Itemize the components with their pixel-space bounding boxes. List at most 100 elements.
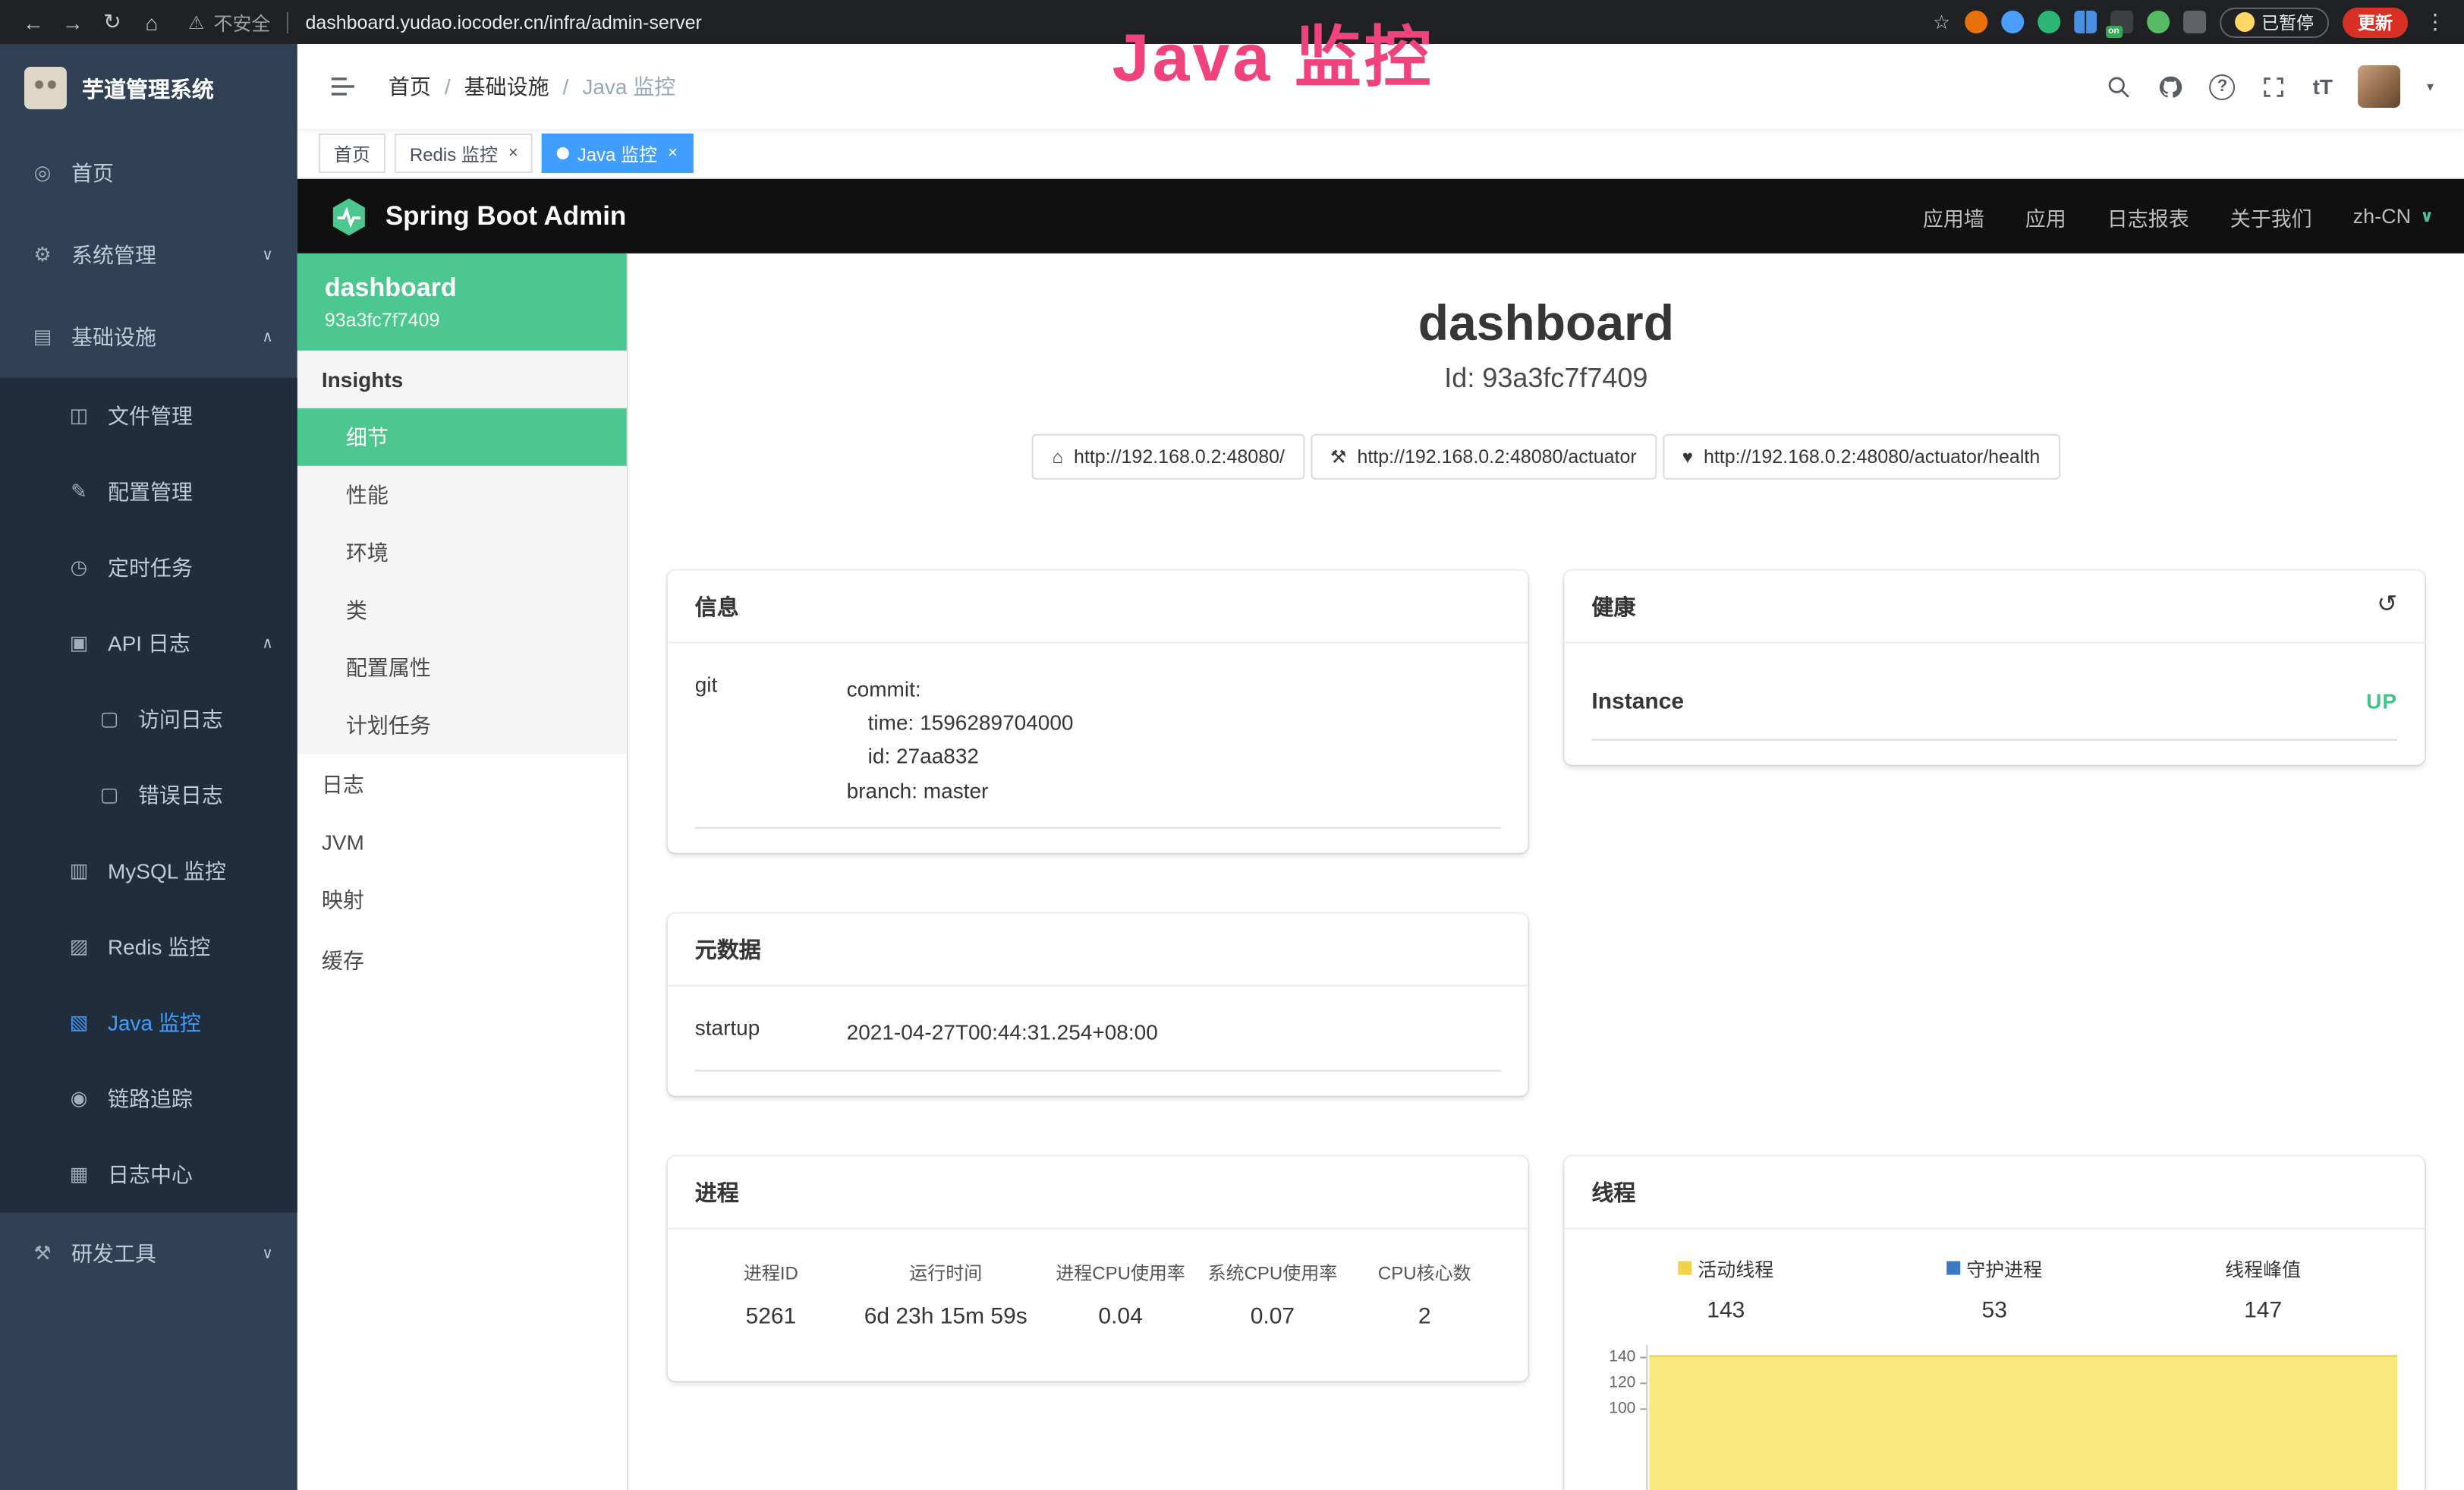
sba-item-performance[interactable]: 性能: [297, 466, 627, 524]
user-avatar[interactable]: [2359, 65, 2401, 108]
sba-item-logs[interactable]: 日志: [297, 754, 627, 815]
git-time-line: time: 1596289704000: [847, 706, 1501, 740]
tag-java-monitor[interactable]: Java 监控 ×: [543, 134, 693, 173]
sidebar-item-scheduled-jobs[interactable]: ◷ 定时任务: [0, 530, 297, 606]
column-header: 运行时间: [847, 1259, 1044, 1285]
hamburger-icon[interactable]: [328, 71, 358, 102]
extension-icon-3[interactable]: [2037, 11, 2060, 33]
sidebar-item-label: 基础设施: [71, 322, 156, 352]
info-card: 信息 git commit: time: 1596289704000 id: 2: [668, 570, 1528, 853]
legend-value: 143: [1591, 1297, 1860, 1323]
cell-value: 5261: [695, 1303, 847, 1329]
forward-button[interactable]: →: [55, 4, 91, 40]
extension-icon-1[interactable]: [1964, 11, 1987, 33]
breadcrumb-home[interactable]: 首页: [389, 71, 431, 102]
reload-button[interactable]: ↻: [94, 4, 131, 40]
health-card-body: Instance UP: [1564, 643, 2425, 764]
process-card-header: 进程: [668, 1156, 1528, 1229]
address-bar[interactable]: ⚠ 不安全 dashboard.yudao.iocoder.cn/infra/a…: [188, 8, 702, 36]
sidebar-item-mysql-monitor[interactable]: ▥ MySQL 监控: [0, 833, 297, 909]
sidebar-item-system-mgmt[interactable]: ⚙ 系统管理 ∨: [0, 214, 297, 296]
security-label[interactable]: 不安全: [213, 8, 270, 36]
extension-icon-proxy[interactable]: on: [2110, 11, 2132, 33]
history-icon[interactable]: ↺: [2377, 594, 2397, 618]
sidebar-item-config-mgmt[interactable]: ✎ 配置管理: [0, 454, 297, 530]
back-button[interactable]: ←: [15, 4, 52, 40]
sidebar-item-error-logs[interactable]: ▢ 错误日志: [0, 758, 297, 833]
fullscreen-icon[interactable]: [2261, 74, 2287, 99]
sba-item-details[interactable]: 细节: [297, 408, 627, 466]
sidebar-item-infrastructure[interactable]: ▤ 基础设施 ∧: [0, 296, 297, 378]
paused-label: 已暂停: [2261, 10, 2314, 34]
sba-nav-journal[interactable]: 日志报表: [2107, 201, 2189, 232]
health-url-button[interactable]: ♥ http://192.168.0.2:48080/actuator/heal…: [1663, 433, 2060, 479]
sba-item-caches[interactable]: 缓存: [297, 931, 627, 991]
sba-nav-wall[interactable]: 应用墙: [1923, 201, 1984, 232]
close-icon[interactable]: ×: [668, 144, 678, 162]
topbar: 首页 / 基础设施 / Java 监控 ? tT ▾: [297, 44, 2464, 129]
threads-card: 线程 活动线程 1: [1564, 1156, 2425, 1490]
sba-locale-select[interactable]: zh-CN ∨: [2353, 205, 2434, 228]
sba-item-environment[interactable]: 环境: [297, 524, 627, 581]
process-card: 进程 进程ID 5261 运行时间: [668, 1156, 1528, 1381]
git-branch-line: branch: master: [847, 773, 1501, 808]
health-instance-row[interactable]: Instance UP: [1591, 664, 2397, 740]
gear-icon: ⚙: [30, 243, 55, 267]
tag-redis-monitor[interactable]: Redis 监控 ×: [395, 134, 533, 173]
extension-icon-4[interactable]: [2073, 11, 2096, 33]
sba-item-jvm[interactable]: JVM: [297, 815, 627, 870]
legend-peak-threads: 线程峰值 147: [2129, 1253, 2397, 1323]
extension-icon-6[interactable]: [2146, 11, 2169, 33]
breadcrumb-infrastructure[interactable]: 基础设施: [464, 71, 549, 102]
sba-nav: 应用墙 应用 日志报表 关于我们 zh-CN ∨: [1923, 201, 2434, 232]
sidebar-item-access-logs[interactable]: ▢ 访问日志: [0, 682, 297, 758]
sba-instance-header[interactable]: dashboard 93a3fc7f7409: [297, 254, 627, 351]
actuator-url-button[interactable]: ⚒ http://192.168.0.2:48080/actuator: [1311, 433, 1657, 479]
sidebar-item-java-monitor[interactable]: ▧ Java 监控: [0, 985, 297, 1061]
legend-value: 53: [1860, 1297, 2129, 1323]
threads-legend: 活动线程 143 守护进程: [1591, 1238, 2397, 1323]
sidebar-item-label: API 日志: [108, 628, 190, 659]
browser-menu-icon[interactable]: ⋮: [2422, 9, 2449, 35]
info-key: git: [695, 672, 847, 696]
url-text[interactable]: dashboard.yudao.iocoder.cn/infra/admin-s…: [305, 11, 701, 33]
sba-item-classes[interactable]: 类: [297, 581, 627, 639]
tag-home[interactable]: 首页: [319, 134, 385, 173]
chart-y-axis: 140 120 100: [1591, 1344, 1646, 1490]
sidebar-item-dev-tools[interactable]: ⚒ 研发工具 ∨: [0, 1213, 297, 1295]
bookmark-star-icon[interactable]: ☆: [1933, 10, 1950, 34]
sidebar-item-tracing[interactable]: ◉ 链路追踪: [0, 1061, 297, 1137]
extension-icon-2[interactable]: [2000, 11, 2023, 33]
sba-nav-about[interactable]: 关于我们: [2230, 201, 2312, 232]
caret-down-icon[interactable]: ▾: [2427, 78, 2434, 95]
instance-id-line: Id: 93a3fc7f7409: [668, 362, 2425, 394]
github-icon[interactable]: [2158, 74, 2184, 99]
paused-badge[interactable]: 已暂停: [2219, 7, 2329, 37]
sba-item-config-props[interactable]: 配置属性: [297, 639, 627, 697]
sidebar-item-log-center[interactable]: ▦ 日志中心: [0, 1137, 297, 1213]
font-size-icon[interactable]: tT: [2313, 74, 2333, 99]
help-icon[interactable]: ?: [2210, 74, 2236, 99]
service-url-button[interactable]: ⌂ http://192.168.0.2:48080/: [1033, 433, 1304, 479]
column-header: 进程ID: [695, 1259, 847, 1285]
home-button[interactable]: ⌂: [134, 4, 170, 40]
sba-item-scheduled-tasks[interactable]: 计划任务: [297, 697, 627, 754]
extension-icon-7[interactable]: [2182, 11, 2205, 33]
app-logo[interactable]: 芋道管理系统: [0, 44, 297, 132]
search-icon[interactable]: [2107, 74, 2132, 99]
close-icon[interactable]: ×: [508, 144, 518, 162]
sidebar-item-api-logs[interactable]: ▣ API 日志 ∧: [0, 606, 297, 682]
java-icon: ▧: [67, 1011, 91, 1035]
sba-item-mappings[interactable]: 映射: [297, 870, 627, 931]
sidebar-item-redis-monitor[interactable]: ▨ Redis 监控: [0, 909, 297, 985]
sba-brand[interactable]: Spring Boot Admin: [328, 195, 626, 238]
sba-nav-applications[interactable]: 应用: [2025, 201, 2066, 232]
sba-section-insights[interactable]: Insights: [297, 351, 627, 408]
legend-label: 守护进程: [1966, 1253, 2042, 1282]
sidebar-item-file-mgmt[interactable]: ◫ 文件管理: [0, 378, 297, 454]
sba-content: dashboard Id: 93a3fc7f7409 ⌂ http://192.…: [628, 254, 2464, 1490]
tag-label: Java 监控: [577, 140, 657, 166]
update-button[interactable]: 更新: [2343, 7, 2408, 37]
active-dot: [558, 147, 570, 159]
sidebar-item-home[interactable]: ◎ 首页: [0, 132, 297, 214]
